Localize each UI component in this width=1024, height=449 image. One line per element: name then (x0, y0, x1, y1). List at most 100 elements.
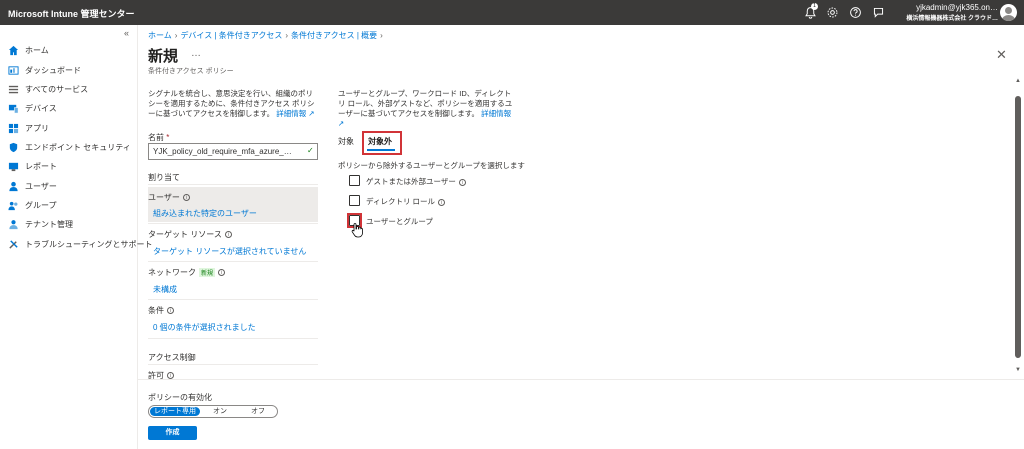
users-value-link[interactable]: 組み込まれた特定のユーザー (153, 208, 257, 219)
shield-icon (8, 142, 19, 153)
info-icon[interactable]: i (224, 231, 232, 239)
sidebar: « ホーム ダッシュボード すべてのサービス デバイス アプリ エンドポイント … (0, 25, 153, 449)
right-description: ユーザーとグループ、ワークロード ID、ディレクトリ ロール、外部ゲストなど、ポ… (338, 89, 516, 129)
page-title: 新規 (148, 48, 179, 65)
name-label: 名前 * (148, 132, 169, 143)
scrollbar-thumb[interactable] (1015, 96, 1021, 358)
breadcrumb-home[interactable]: ホーム (148, 31, 172, 40)
directory-roles-checkbox[interactable] (349, 195, 360, 206)
sidebar-item-endpoint-security[interactable]: エンドポイント セキュリティ (8, 140, 131, 154)
apps-icon (8, 123, 19, 134)
conditions-value-link[interactable]: 0 個の条件が選択されました (153, 322, 256, 333)
sidebar-item-home[interactable]: ホーム (8, 43, 49, 57)
external-link-icon: ↗ (338, 119, 345, 128)
divider (148, 338, 318, 339)
sidebar-item-devices[interactable]: デバイス (8, 101, 57, 115)
access-control-heading: アクセス制御 (148, 353, 196, 362)
breadcrumb-ca-overview[interactable]: 条件付きアクセス | 概要 (291, 31, 377, 40)
group-icon (8, 200, 19, 211)
chevron-right-icon: › (380, 31, 383, 40)
reports-icon (8, 161, 19, 172)
tab-include[interactable]: 対象 (338, 136, 354, 147)
sidebar-item-label: デバイス (25, 103, 57, 113)
help-icon[interactable] (849, 6, 862, 19)
close-icon[interactable]: ✕ (996, 47, 1007, 63)
sidebar-item-reports[interactable]: レポート (8, 159, 57, 173)
tab-underline (367, 149, 395, 151)
bell-icon[interactable]: 1 (804, 3, 818, 19)
app-title[interactable]: Microsoft Intune 管理センター (8, 7, 135, 20)
guest-external-checkbox[interactable] (349, 175, 360, 186)
info-icon[interactable]: i (438, 198, 446, 206)
info-icon[interactable]: i (218, 269, 226, 277)
info-icon[interactable]: i (182, 194, 190, 202)
notification-badge: 1 (811, 3, 818, 10)
info-icon[interactable]: i (458, 178, 466, 186)
name-field[interactable]: YJK_policy_old_require_mfa_azure_… (148, 143, 318, 160)
sidebar-item-label: アプリ (25, 123, 49, 133)
footer-divider (138, 379, 1024, 380)
off-option[interactable]: オフ (245, 407, 271, 416)
left-description: シグナルを統合し、意思決定を行い、組織のポリシーを適用するために、条件付きアクセ… (148, 89, 320, 119)
vertical-scrollbar[interactable]: ▲ ▼ (1014, 78, 1022, 378)
users-groups-label: ユーザーとグループ (366, 217, 433, 226)
network-label: ネットワーク 新規 i (148, 267, 226, 278)
more-options-button[interactable]: … (191, 48, 201, 59)
enable-policy-toggle: レポート専用 オン オフ (148, 405, 278, 418)
tools-icon (8, 239, 19, 250)
sidebar-item-label: グループ (25, 200, 57, 210)
sidebar-item-tenant-admin[interactable]: テナント管理 (8, 217, 73, 231)
sidebar-item-label: レポート (25, 161, 57, 171)
scroll-down-icon[interactable]: ▼ (1015, 367, 1021, 373)
sidebar-item-users[interactable]: ユーザー (8, 179, 57, 193)
divider (148, 184, 318, 185)
info-icon[interactable]: i (167, 307, 174, 315)
divider (148, 299, 318, 300)
sidebar-item-groups[interactable]: グループ (8, 198, 57, 212)
required-marker: * (166, 133, 170, 142)
breadcrumb-devices-ca[interactable]: デバイス | 条件付きアクセス (180, 31, 282, 40)
directory-roles-label-text: ディレクトリ ロール (366, 197, 436, 206)
divider (148, 261, 318, 262)
left-learn-more-link[interactable]: 詳細情報 (276, 109, 306, 118)
account-info[interactable]: yjkadmin@yjk365.on… 横浜情報機器株式会社 クラウド… (902, 3, 998, 22)
network-value-link[interactable]: 未構成 (153, 284, 177, 295)
devices-icon (8, 103, 19, 114)
user-icon (8, 181, 19, 192)
sidebar-item-troubleshooting[interactable]: トラブルシューティングとサポート (8, 237, 153, 251)
conditions-label: 条件 i (148, 305, 174, 316)
assignments-heading: 割り当て (148, 173, 180, 182)
directory-roles-label: ディレクトリ ロール i (366, 196, 446, 207)
new-badge: 新規 (199, 268, 216, 278)
users-label: ユーザー i (148, 192, 190, 203)
collapse-sidebar-icon[interactable]: « (124, 28, 129, 38)
target-label: ターゲット リソース i (148, 229, 232, 240)
sidebar-item-all-services[interactable]: すべてのサービス (8, 82, 88, 96)
sidebar-item-label: ダッシュボード (25, 65, 81, 75)
on-option[interactable]: オン (207, 407, 233, 416)
conditions-label-text: 条件 (148, 306, 164, 315)
sidebar-item-label: トラブルシューティングとサポート (25, 239, 153, 249)
breadcrumb: ホーム › デバイス | 条件付きアクセス › 条件付きアクセス | 概要 › (148, 30, 386, 41)
top-bar: Microsoft Intune 管理センター 1 yjkadmin@yjk36… (0, 0, 1024, 25)
chevron-right-icon: › (174, 31, 178, 40)
sidebar-item-dashboard[interactable]: ダッシュボード (8, 63, 81, 77)
right-learn-more-link[interactable]: 詳細情報 (481, 109, 511, 118)
target-value-link[interactable]: ターゲット リソースが選択されていません (153, 246, 306, 257)
list-icon (8, 84, 19, 95)
enable-policy-label: ポリシーの有効化 (148, 393, 212, 402)
dashboard-icon (8, 65, 19, 76)
users-label-text: ユーザー (148, 193, 180, 202)
scroll-up-icon[interactable]: ▲ (1015, 78, 1021, 84)
create-button[interactable]: 作成 (148, 426, 197, 440)
guest-external-label: ゲストまたは外部ユーザー i (366, 176, 466, 187)
account-name: yjkadmin@yjk365.on… (916, 3, 998, 12)
feedback-icon[interactable] (872, 6, 885, 19)
exclude-instruction: ポリシーから除外するユーザーとグループを選択します (338, 161, 525, 170)
avatar[interactable] (1000, 4, 1017, 21)
sidebar-item-apps[interactable]: アプリ (8, 121, 49, 135)
tab-exclude[interactable]: 対象外 (368, 136, 392, 147)
account-org: 横浜情報機器株式会社 クラウド… (906, 16, 998, 22)
report-only-option[interactable]: レポート専用 (150, 407, 200, 416)
gear-icon[interactable] (826, 6, 839, 19)
